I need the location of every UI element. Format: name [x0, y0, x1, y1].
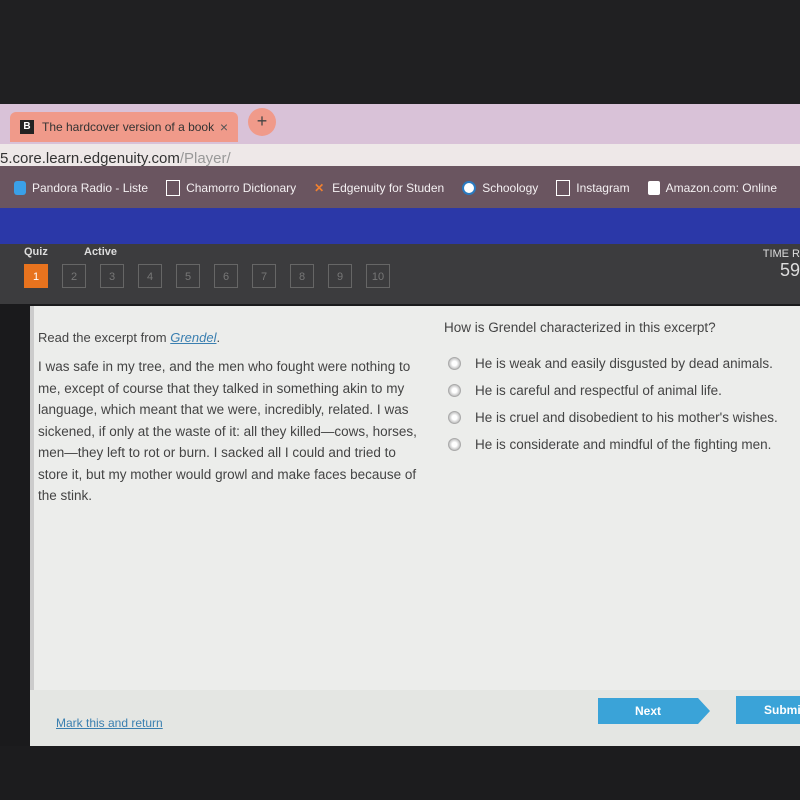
close-icon[interactable]: ×: [220, 119, 228, 135]
screen-bezel: [0, 0, 800, 108]
answer-option[interactable]: He is careful and respectful of animal l…: [448, 377, 778, 404]
url-host: 5.core.learn.edgenuity.com: [0, 150, 180, 167]
question-8[interactable]: 8: [290, 264, 314, 288]
time-value: 59: [779, 260, 800, 280]
question-3[interactable]: 3: [100, 264, 124, 288]
prompt-text: Read the excerpt from: [38, 330, 171, 345]
radio-button[interactable]: [448, 357, 461, 370]
quiz-label: Quiz: [24, 246, 48, 258]
question-nav: 1 2 3 4 5 6 7 8 9 10: [24, 264, 390, 288]
bookmark-label: Amazon.com: Online: [665, 181, 777, 195]
answer-option[interactable]: He is considerate and mindful of the fig…: [448, 431, 778, 458]
radio-button[interactable]: [448, 438, 461, 451]
new-tab-button[interactable]: +: [248, 108, 276, 136]
answer-label: He is careful and respectful of animal l…: [475, 383, 722, 398]
bookmark-edgenuity[interactable]: ✕ Edgenuity for Studen: [314, 181, 444, 195]
amazon-icon: [647, 181, 660, 195]
book-title-link[interactable]: Grendel: [170, 330, 216, 345]
tab-favicon: B: [20, 120, 34, 134]
bookmark-label: Chamorro Dictionary: [186, 181, 297, 195]
next-button[interactable]: Next: [598, 698, 710, 724]
browser-tab[interactable]: B The hardcover version of a book ×: [10, 112, 238, 142]
answer-label: He is considerate and mindful of the fig…: [475, 437, 772, 452]
footer-bar: Mark this and return Next Submit: [30, 690, 800, 746]
bookmark-chamorro[interactable]: Chamorro Dictionary: [166, 180, 296, 196]
bookmark-amazon[interactable]: Amazon.com: Online: [647, 181, 777, 195]
page-icon: [166, 180, 181, 196]
mark-and-return-link[interactable]: Mark this and return: [56, 716, 163, 730]
page-icon: [556, 180, 571, 196]
question-2[interactable]: 2: [62, 264, 86, 288]
tab-strip: B The hardcover version of a book ×: [0, 104, 800, 144]
answer-options: He is weak and easily disgusted by dead …: [448, 350, 778, 458]
time-label: TIME R: [762, 248, 800, 260]
bookmark-pandora[interactable]: Pandora Radio - Liste: [14, 181, 148, 195]
question-6[interactable]: 6: [214, 264, 238, 288]
app-header: [0, 208, 800, 244]
submit-button[interactable]: Submit: [736, 696, 800, 724]
answer-label: He is weak and easily disgusted by dead …: [475, 356, 773, 371]
answer-option[interactable]: He is weak and easily disgusted by dead …: [448, 350, 778, 377]
time-remaining: TIME R 59: [763, 248, 800, 281]
answer-label: He is cruel and disobedient to his mothe…: [475, 410, 778, 425]
question-4[interactable]: 4: [138, 264, 162, 288]
radio-button[interactable]: [448, 411, 461, 424]
question-7[interactable]: 7: [252, 264, 276, 288]
bookmark-label: Edgenuity for Studen: [332, 181, 445, 195]
schoology-icon: [462, 181, 477, 195]
bookmark-label: Schoology: [482, 181, 539, 195]
passage-excerpt: I was safe in my tree, and the men who f…: [38, 359, 417, 503]
question-10[interactable]: 10: [366, 264, 390, 288]
quiz-status: Active: [84, 246, 118, 258]
bookmark-label: Pandora Radio - Liste: [32, 181, 149, 195]
bookmark-instagram[interactable]: Instagram: [556, 180, 630, 196]
question-panel: Read the excerpt from Grendel. I was saf…: [30, 306, 800, 746]
answer-option[interactable]: He is cruel and disobedient to his mothe…: [448, 404, 778, 431]
question-text: How is Grendel characterized in this exc…: [444, 320, 716, 335]
bookmark-label: Instagram: [576, 181, 630, 195]
tab-title: The hardcover version of a book: [42, 120, 215, 134]
prompt-suffix: .: [216, 330, 221, 345]
pandora-icon: [14, 181, 26, 195]
screen-bezel-bottom: [0, 746, 800, 800]
passage-prompt: Read the excerpt from Grendel.: [38, 330, 220, 345]
question-5[interactable]: 5: [176, 264, 200, 288]
url-path: /Player/: [179, 150, 231, 167]
question-1[interactable]: 1: [24, 264, 48, 288]
side-edge: [30, 306, 34, 746]
bookmark-schoology[interactable]: Schoology: [462, 181, 538, 195]
bookmarks-bar: Pandora Radio - Liste Chamorro Dictionar…: [0, 166, 800, 210]
question-9[interactable]: 9: [328, 264, 352, 288]
radio-button[interactable]: [448, 384, 461, 397]
edgenuity-icon: ✕: [314, 181, 325, 195]
